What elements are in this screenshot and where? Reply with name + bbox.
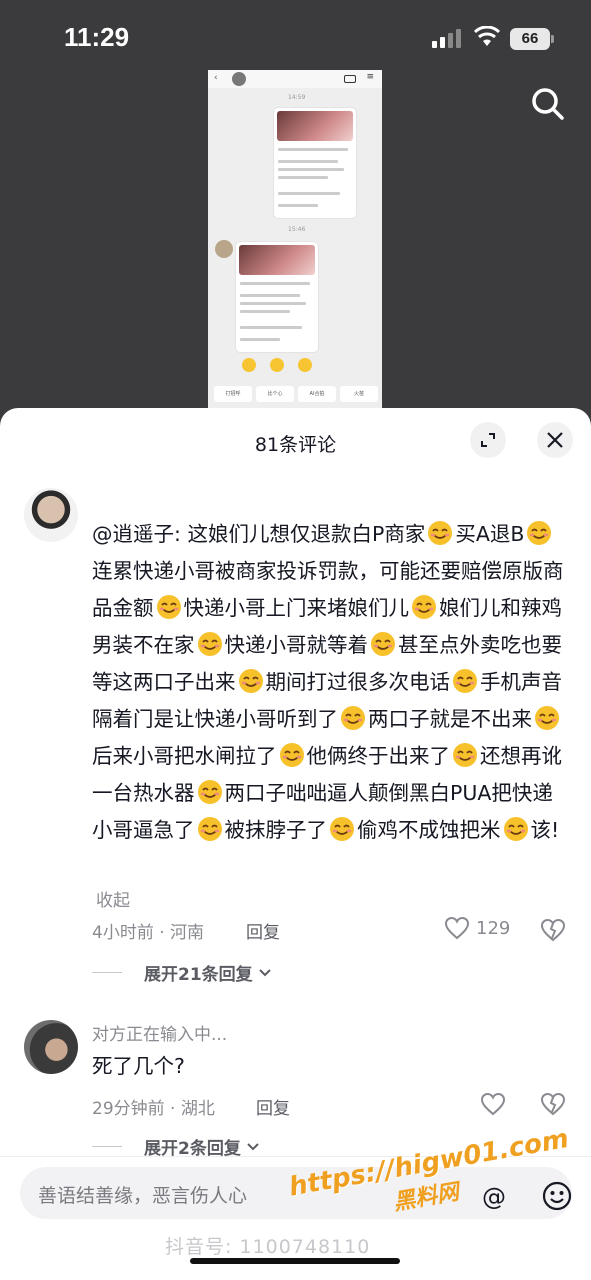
smile-emoji-icon <box>341 706 365 730</box>
preview-thumb-emoji-icon <box>242 358 256 372</box>
smile-emoji-icon <box>453 743 477 767</box>
comment-text-segment: 偷鸡不成蚀把米 <box>357 818 501 842</box>
preview-avatar <box>232 72 246 86</box>
comment-text-segment: 被抹脖子了 <box>224 818 328 842</box>
search-icon[interactable] <box>530 86 566 122</box>
comment-text-segment: 买A退B <box>455 522 525 546</box>
smile-emoji-icon <box>197 632 222 656</box>
reply-button[interactable]: 回复 <box>256 1094 290 1119</box>
dislike-icon[interactable] <box>540 918 566 942</box>
smile-emoji-icon <box>503 817 528 841</box>
preview-back-icon: ‹ <box>214 73 218 83</box>
comment-text-segment: 他俩终于出来了 <box>306 744 451 768</box>
comment-text-segment: 快递小哥上门来堵娘们儿 <box>183 596 410 620</box>
comment-text: 死了几个? <box>92 1054 185 1078</box>
preview-time-1: 14:59 <box>288 94 306 101</box>
divider <box>92 1146 122 1147</box>
signal-icon <box>432 29 461 48</box>
douyin-watermark: 抖音号: 1100748110 <box>165 1236 371 1258</box>
preview-shared-card-1 <box>274 108 356 218</box>
smile-emoji-icon <box>428 521 453 545</box>
smile-emoji-icon <box>412 595 436 619</box>
expand-replies-button[interactable]: 展开21条回复 <box>92 960 273 985</box>
avatar[interactable] <box>24 1020 78 1074</box>
preview-laugh-emoji-icon <box>298 358 312 372</box>
like-button[interactable]: 129 <box>444 916 510 940</box>
comment-text-segment: 这娘们儿想仅退款白P商家 <box>187 522 426 546</box>
preview-shared-card-2 <box>236 242 318 352</box>
comment-author[interactable]: 对方正在输入中... <box>92 1020 227 1045</box>
heart-icon <box>444 916 470 940</box>
preview-button: 火苗 <box>340 386 378 402</box>
heart-icon[interactable] <box>480 1092 506 1116</box>
collapse-link[interactable]: 收起 <box>96 886 130 911</box>
input-placeholder: 善语结善缘，恶言伤人心 <box>38 1185 248 1207</box>
preview-smile-emoji-icon <box>270 358 284 372</box>
comment-text-segment: 两口子就是不出来 <box>368 707 532 731</box>
battery-tip <box>551 35 554 43</box>
close-button[interactable] <box>537 422 573 458</box>
preview-button: 打招呼 <box>214 386 252 402</box>
smile-emoji-icon <box>238 669 263 693</box>
video-preview[interactable]: ‹ ≡ 14:59 15:46 打招呼 比个心 AI合拍 火苗 <box>208 70 382 410</box>
preview-button: AI合拍 <box>298 386 336 402</box>
wifi-icon <box>474 26 500 46</box>
reply-button[interactable]: 回复 <box>246 918 280 943</box>
smile-emoji-icon <box>453 669 477 693</box>
like-count: 129 <box>476 917 511 939</box>
avatar[interactable] <box>24 488 78 542</box>
comment-mention[interactable]: @逍遥子: <box>92 522 181 546</box>
dislike-icon[interactable] <box>540 1092 566 1116</box>
chevron-down-icon <box>247 1142 259 1150</box>
comment-text-segment: 期间打过很多次电话 <box>265 670 451 694</box>
home-indicator <box>190 1258 400 1264</box>
comment-text-segment: 后来小哥把水闸拉了 <box>92 744 277 768</box>
status-time: 11:29 <box>64 22 130 52</box>
preview-menu-icon: ≡ <box>366 72 374 82</box>
preview-button: 比个心 <box>256 386 294 402</box>
preview-time-2: 15:46 <box>288 226 306 233</box>
preview-avatar-2 <box>215 240 233 258</box>
comment-text: @逍遥子: 这娘们儿想仅退款白P商家 买A退B连累快递小哥被商家投诉罚款，可能还要… <box>92 516 568 849</box>
smile-emoji-icon <box>197 817 222 841</box>
smile-emoji-icon <box>535 706 559 730</box>
smile-emoji-icon <box>527 521 552 545</box>
preview-quick-buttons: 打招呼 比个心 AI合拍 火苗 <box>214 386 378 402</box>
preview-camera-icon <box>344 75 356 83</box>
expand-icon <box>481 433 495 447</box>
expand-replies-label: 展开21条回复 <box>144 965 253 985</box>
battery-indicator: 66 <box>510 28 550 50</box>
comment-text-segment: 该! <box>530 818 560 842</box>
status-bar: 11:29 66 <box>0 0 591 80</box>
fullscreen-button[interactable] <box>470 422 506 458</box>
comment-text-segment: 快递小哥就等着 <box>224 633 369 657</box>
smile-emoji-icon <box>330 817 354 841</box>
preview-header: ‹ ≡ <box>208 70 382 88</box>
close-icon <box>547 432 563 448</box>
comment-time-location: 4小时前 · 河南 <box>92 923 205 943</box>
comment-time-location: 29分钟前 · 湖北 <box>92 1099 215 1119</box>
divider <box>92 972 122 973</box>
smile-emoji-icon <box>156 595 181 619</box>
smile-emoji-icon <box>197 780 222 804</box>
smile-emoji-icon <box>371 632 395 656</box>
chevron-down-icon <box>258 968 271 976</box>
smile-emoji-icon <box>279 743 304 767</box>
